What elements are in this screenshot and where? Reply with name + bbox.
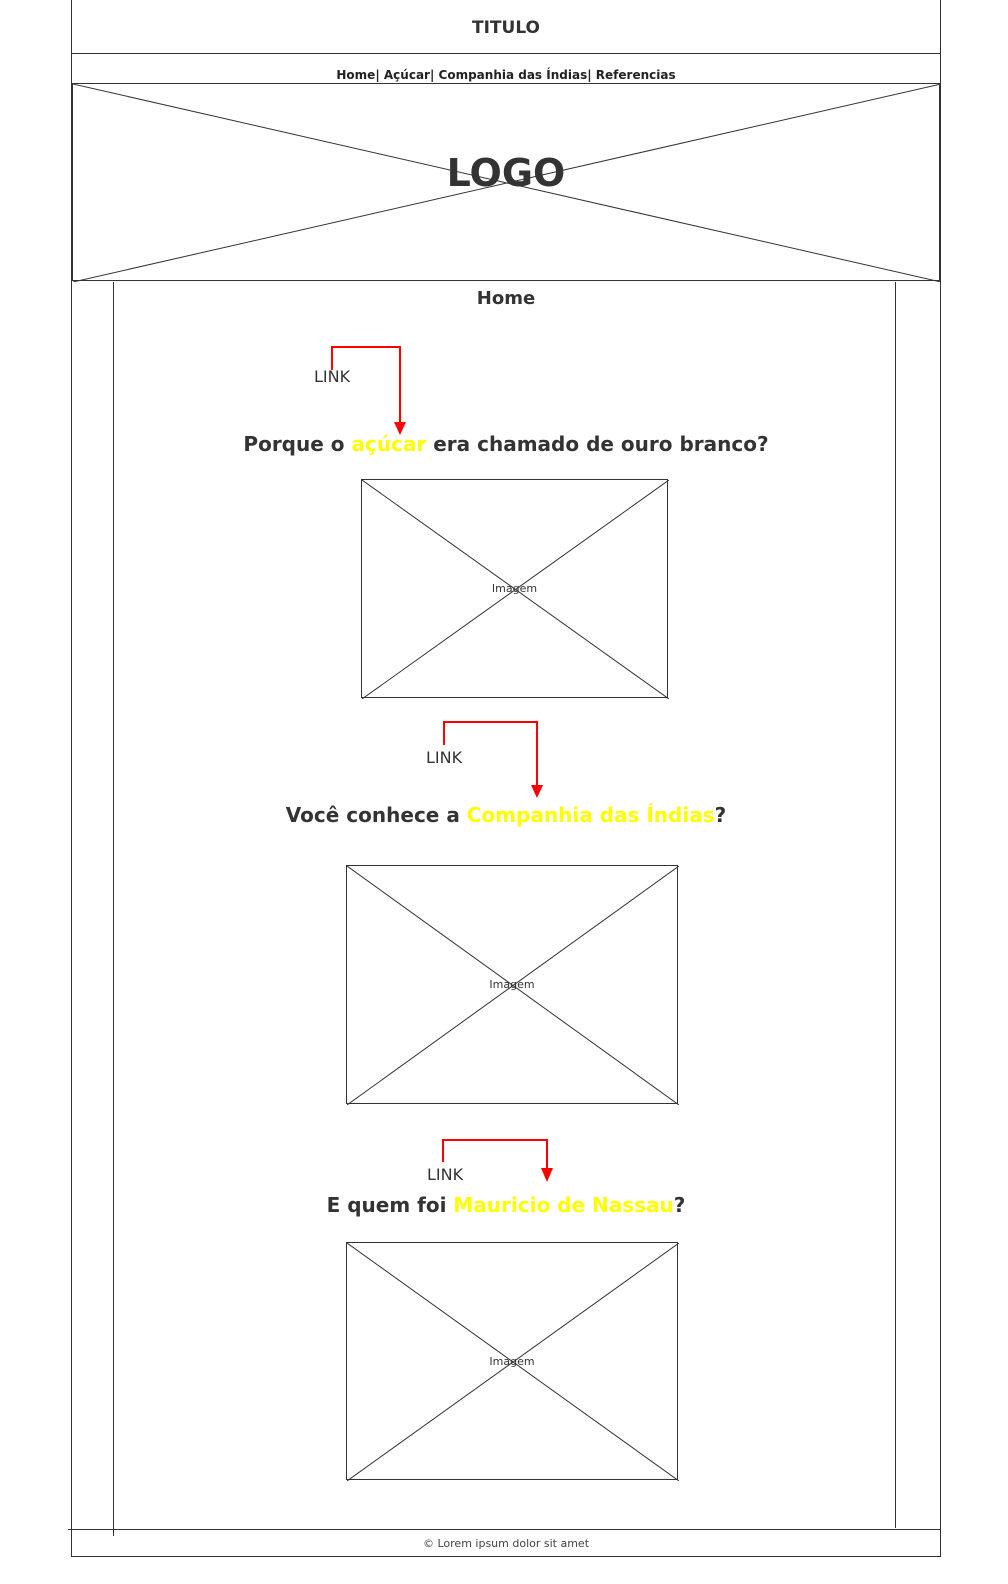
footer-divider [68,1529,941,1530]
question-text: E quem foi [326,1193,454,1217]
image-placeholder: Imagem [346,1242,679,1481]
question-text: ? [673,1193,686,1217]
link-label[interactable]: LINK [427,1165,463,1184]
question-keyword[interactable]: Mauricio de Nassau [453,1193,673,1217]
footer-copyright: © Lorem ipsum dolor sit amet [422,1537,590,1550]
image-label: Imagem [489,1355,535,1368]
question-heading: E quem foi Mauricio de Nassau? [72,1193,940,1217]
